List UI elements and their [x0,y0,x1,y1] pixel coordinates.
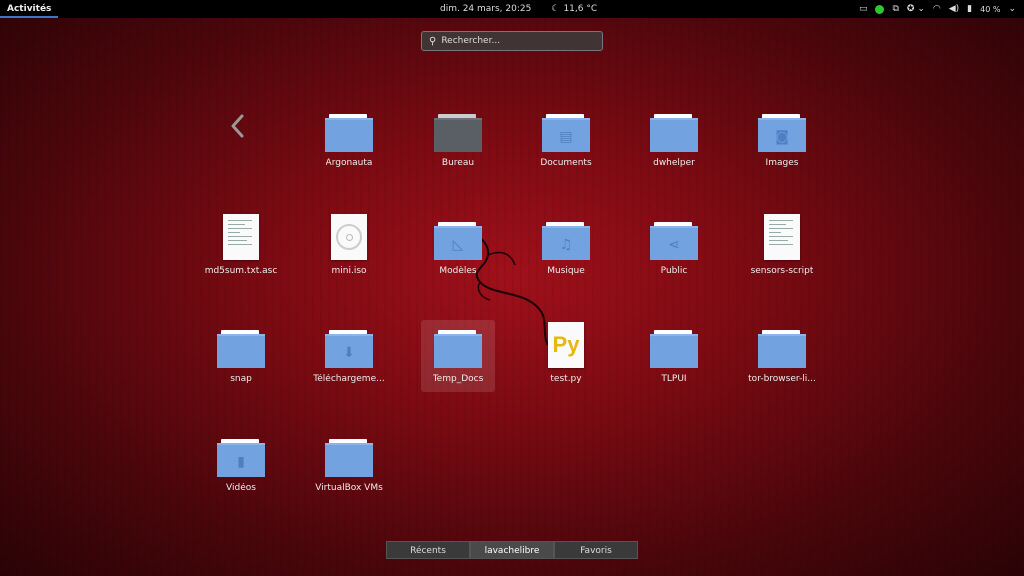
grid-item-md5sum-txt-asc[interactable]: md5sum.txt.asc [204,212,278,284]
grid-item-virtualbox-vms[interactable]: VirtualBox VMs [312,429,386,501]
folder-icon [217,324,265,368]
datetime-label: dim. 24 mars, 20:25 [440,4,532,14]
wallpaper [0,0,1024,576]
grid-item-temp-docs[interactable]: Temp_Docs [421,320,495,392]
downloads-folder-icon: ⬇ [325,324,373,368]
folder-icon [650,108,698,152]
grid-item-snap[interactable]: snap [204,320,278,392]
grid-item-label: Argonauta [325,158,373,168]
chevron-down-icon[interactable]: ⌄ [1008,0,1016,18]
grid-item-t-l-chargeme[interactable]: ⬇ Téléchargeme... [312,320,386,392]
accessibility-icon[interactable]: ✪ ⌄ [907,0,925,18]
documents-folder-icon: ▤ [542,108,590,152]
grid-item-label: Images [765,158,799,168]
grid-item-label: Documents [540,158,592,168]
grid-item-mod-les[interactable]: ◺ Modèles [421,212,495,284]
grid-item-documents[interactable]: ▤ Documents [529,104,603,176]
grid-item-tor-browser-li[interactable]: tor-browser-li... [745,320,819,392]
grid-item-label: dwhelper [653,158,695,168]
back-arrow-icon[interactable] [226,110,250,142]
grid-item-label: Bureau [441,158,475,168]
folder-icon [650,324,698,368]
folder-icon [758,324,806,368]
folder-icon [325,108,373,152]
grid-item-label: md5sum.txt.asc [204,266,278,276]
search-input[interactable] [441,36,592,46]
grid-item-label: Temp_Docs [432,374,484,384]
grid-item-label: VirtualBox VMs [315,483,383,493]
grid-item-label: Vidéos [226,483,256,493]
screen-icon[interactable]: ▭ [859,0,868,18]
search-icon: ⚲ [429,35,437,47]
grid-item-dwhelper[interactable]: dwhelper [637,104,711,176]
activities-button[interactable]: Activités [0,0,59,18]
grid-item-tlpui[interactable]: TLPUI [637,320,711,392]
public-folder-icon: ⋖ [650,216,698,260]
videos-folder-icon: ▮ [217,433,265,477]
pictures-folder-icon: ◙ [758,108,806,152]
grid-item-label: test.py [550,374,582,384]
grid-item-label: TLPUI [661,374,687,384]
search-bar[interactable]: ⚲ [421,31,603,51]
grid-item-label: sensors-script [750,266,814,276]
grid-item-bureau[interactable]: Bureau [421,104,495,176]
battery-percentage: 40 % [980,4,1001,14]
grid-item-label: Modèles [439,266,477,276]
clock-area[interactable]: dim. 24 mars, 20:25 ☾ 11,6 °C [440,0,597,18]
grid-item-test-py[interactable]: Py test.py [529,320,603,392]
templates-folder-icon: ◺ [434,216,482,260]
python-file-icon: Py [542,322,590,368]
grid-item-public[interactable]: ⋖ Public [637,212,711,284]
folder-tabs: Récents lavachelibre Favoris [386,541,638,559]
tab-lavachelibre[interactable]: lavachelibre [470,541,554,559]
grid-item-images[interactable]: ◙ Images [745,104,819,176]
tab-recents[interactable]: Récents [386,541,470,559]
grid-item-musique[interactable]: ♫ Musique [529,212,603,284]
top-bar: Activités dim. 24 mars, 20:25 ☾ 11,6 °C … [0,0,1024,18]
grid-item-label: Public [660,266,688,276]
grid-item-label: Téléchargeme... [313,374,385,384]
disc-image-icon [325,214,373,260]
grid-item-mini-iso[interactable]: mini.iso [312,212,386,284]
grid-item-vid-os[interactable]: ▮ Vidéos [204,429,278,501]
grid-item-argonauta[interactable]: Argonauta [312,104,386,176]
grid-item-sensors-script[interactable]: sensors-script [745,212,819,284]
desktop-folder-icon [434,108,482,152]
system-tray[interactable]: ▭ ⧉ ✪ ⌄ ◠ ◀) ▮ 40 % ⌄ [859,0,1016,18]
battery-icon[interactable]: ▮ [967,0,972,18]
grid-item-label: Musique [547,266,585,276]
status-dot-icon[interactable] [875,4,885,14]
tab-favoris[interactable]: Favoris [554,541,638,559]
grid-item-label: mini.iso [331,266,367,276]
weather-temperature: 11,6 °C [563,4,598,14]
moon-icon: ☾ [551,4,560,14]
script-file-icon [758,214,806,260]
weather-indicator: ☾ 11,6 °C [551,0,597,18]
folder-icon [434,324,482,368]
text-file-icon [217,214,265,260]
clipboard-icon[interactable]: ⧉ [892,0,898,18]
folder-icon [325,433,373,477]
grid-item-label: tor-browser-li... [748,374,816,384]
volume-icon[interactable]: ◀) [949,0,959,18]
grid-item-label: snap [230,374,252,384]
music-folder-icon: ♫ [542,216,590,260]
wifi-icon[interactable]: ◠ [933,0,941,18]
